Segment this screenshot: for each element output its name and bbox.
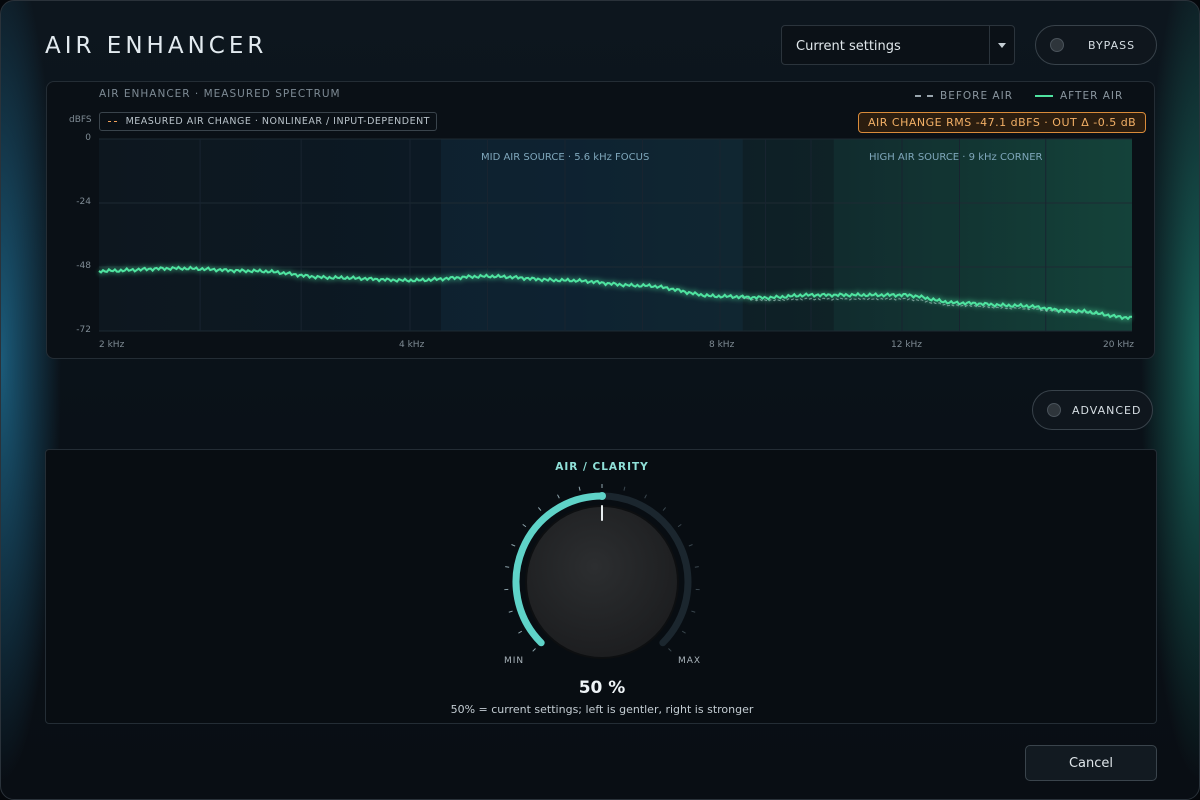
knob-tick [511, 544, 516, 547]
zone-mid-band [441, 139, 743, 331]
zone-high-label: HIGH AIR SOURCE · 9 kHz CORNER [869, 152, 1043, 163]
knob-tick [681, 630, 686, 634]
dashed-orange-line-icon [108, 121, 117, 122]
knob-tick [557, 494, 560, 499]
x-tick-label: 2 kHz [99, 340, 125, 350]
y-tick-label: -48 [76, 261, 91, 271]
spectrum-title: AIR ENHANCER · MEASURED SPECTRUM [99, 88, 341, 100]
cancel-button[interactable]: Cancel [1025, 745, 1157, 781]
knob-tick [691, 610, 696, 613]
advanced-label: ADVANCED [1072, 404, 1142, 417]
knob-tick [518, 630, 523, 634]
knob-tick [578, 486, 581, 491]
knob-tick [688, 544, 693, 547]
measured-change-label: MEASURED AIR CHANGE · NONLINEAR / INPUT-… [125, 116, 430, 127]
knob-tick [505, 566, 510, 568]
knob-value-dot [598, 492, 606, 500]
knob-tick [644, 494, 647, 499]
air-clarity-knob[interactable] [492, 472, 712, 672]
app-title: AIR ENHANCER [45, 33, 268, 59]
knob-hint: 50% = current settings; left is gentler,… [450, 703, 754, 716]
y-tick-label: -24 [76, 197, 91, 207]
advanced-toggle[interactable]: ADVANCED [1032, 390, 1153, 430]
dashed-line-icon [915, 95, 933, 97]
spectrum-panel: AIR ENHANCER · MEASURED SPECTRUM BEFORE … [46, 81, 1155, 359]
bypass-led-icon [1050, 38, 1064, 52]
bypass-toggle[interactable]: BYPASS [1035, 25, 1157, 65]
x-tick-label: 12 kHz [891, 340, 923, 350]
chevron-down-icon[interactable] [989, 26, 1014, 64]
rms-readout-badge: AIR CHANGE RMS -47.1 dBFS · OUT Δ -0.5 d… [858, 112, 1147, 133]
knob-tick [532, 648, 536, 652]
advanced-led-icon [1047, 403, 1061, 417]
knob-tick [677, 523, 682, 528]
solid-line-icon [1035, 95, 1053, 97]
knob-max-label: MAX [678, 656, 702, 666]
legend-after-label: AFTER AIR [1060, 90, 1124, 102]
controls-panel: AIR / CLARITY MIN MAX 50 % 50% = current… [45, 449, 1157, 724]
knob-tick [668, 648, 672, 652]
knob-tick [537, 507, 542, 511]
knob-min-label: MIN [504, 656, 525, 666]
preset-value: Current settings [796, 39, 901, 54]
y-unit-label: dBFS [69, 115, 92, 125]
zone-mid-label: MID AIR SOURCE · 5.6 kHz FOCUS [481, 152, 650, 163]
x-tick-label: 4 kHz [399, 340, 425, 350]
knob-tick [662, 507, 667, 511]
knob-value: 50 % [578, 678, 626, 698]
bypass-label: BYPASS [1088, 39, 1136, 52]
y-tick-label: 0 [85, 133, 91, 143]
y-tick-label: -72 [76, 325, 91, 335]
x-tick-label: 20 kHz [1103, 340, 1135, 350]
x-tick-label: 8 kHz [709, 340, 735, 350]
measured-change-tag: MEASURED AIR CHANGE · NONLINEAR / INPUT-… [99, 112, 437, 131]
knob-tick [623, 486, 626, 491]
knob-tick [508, 610, 513, 613]
legend-before-air: BEFORE AIR [915, 90, 1013, 102]
preset-dropdown[interactable]: Current settings [781, 25, 1015, 65]
knob-body [525, 505, 679, 659]
legend-after-air: AFTER AIR [1035, 90, 1123, 102]
legend-before-label: BEFORE AIR [940, 90, 1013, 102]
knob-tick [694, 566, 699, 568]
air-enhancer-window: AIR ENHANCER Current settings BYPASS AIR… [0, 0, 1200, 800]
knob-tick [522, 523, 527, 528]
